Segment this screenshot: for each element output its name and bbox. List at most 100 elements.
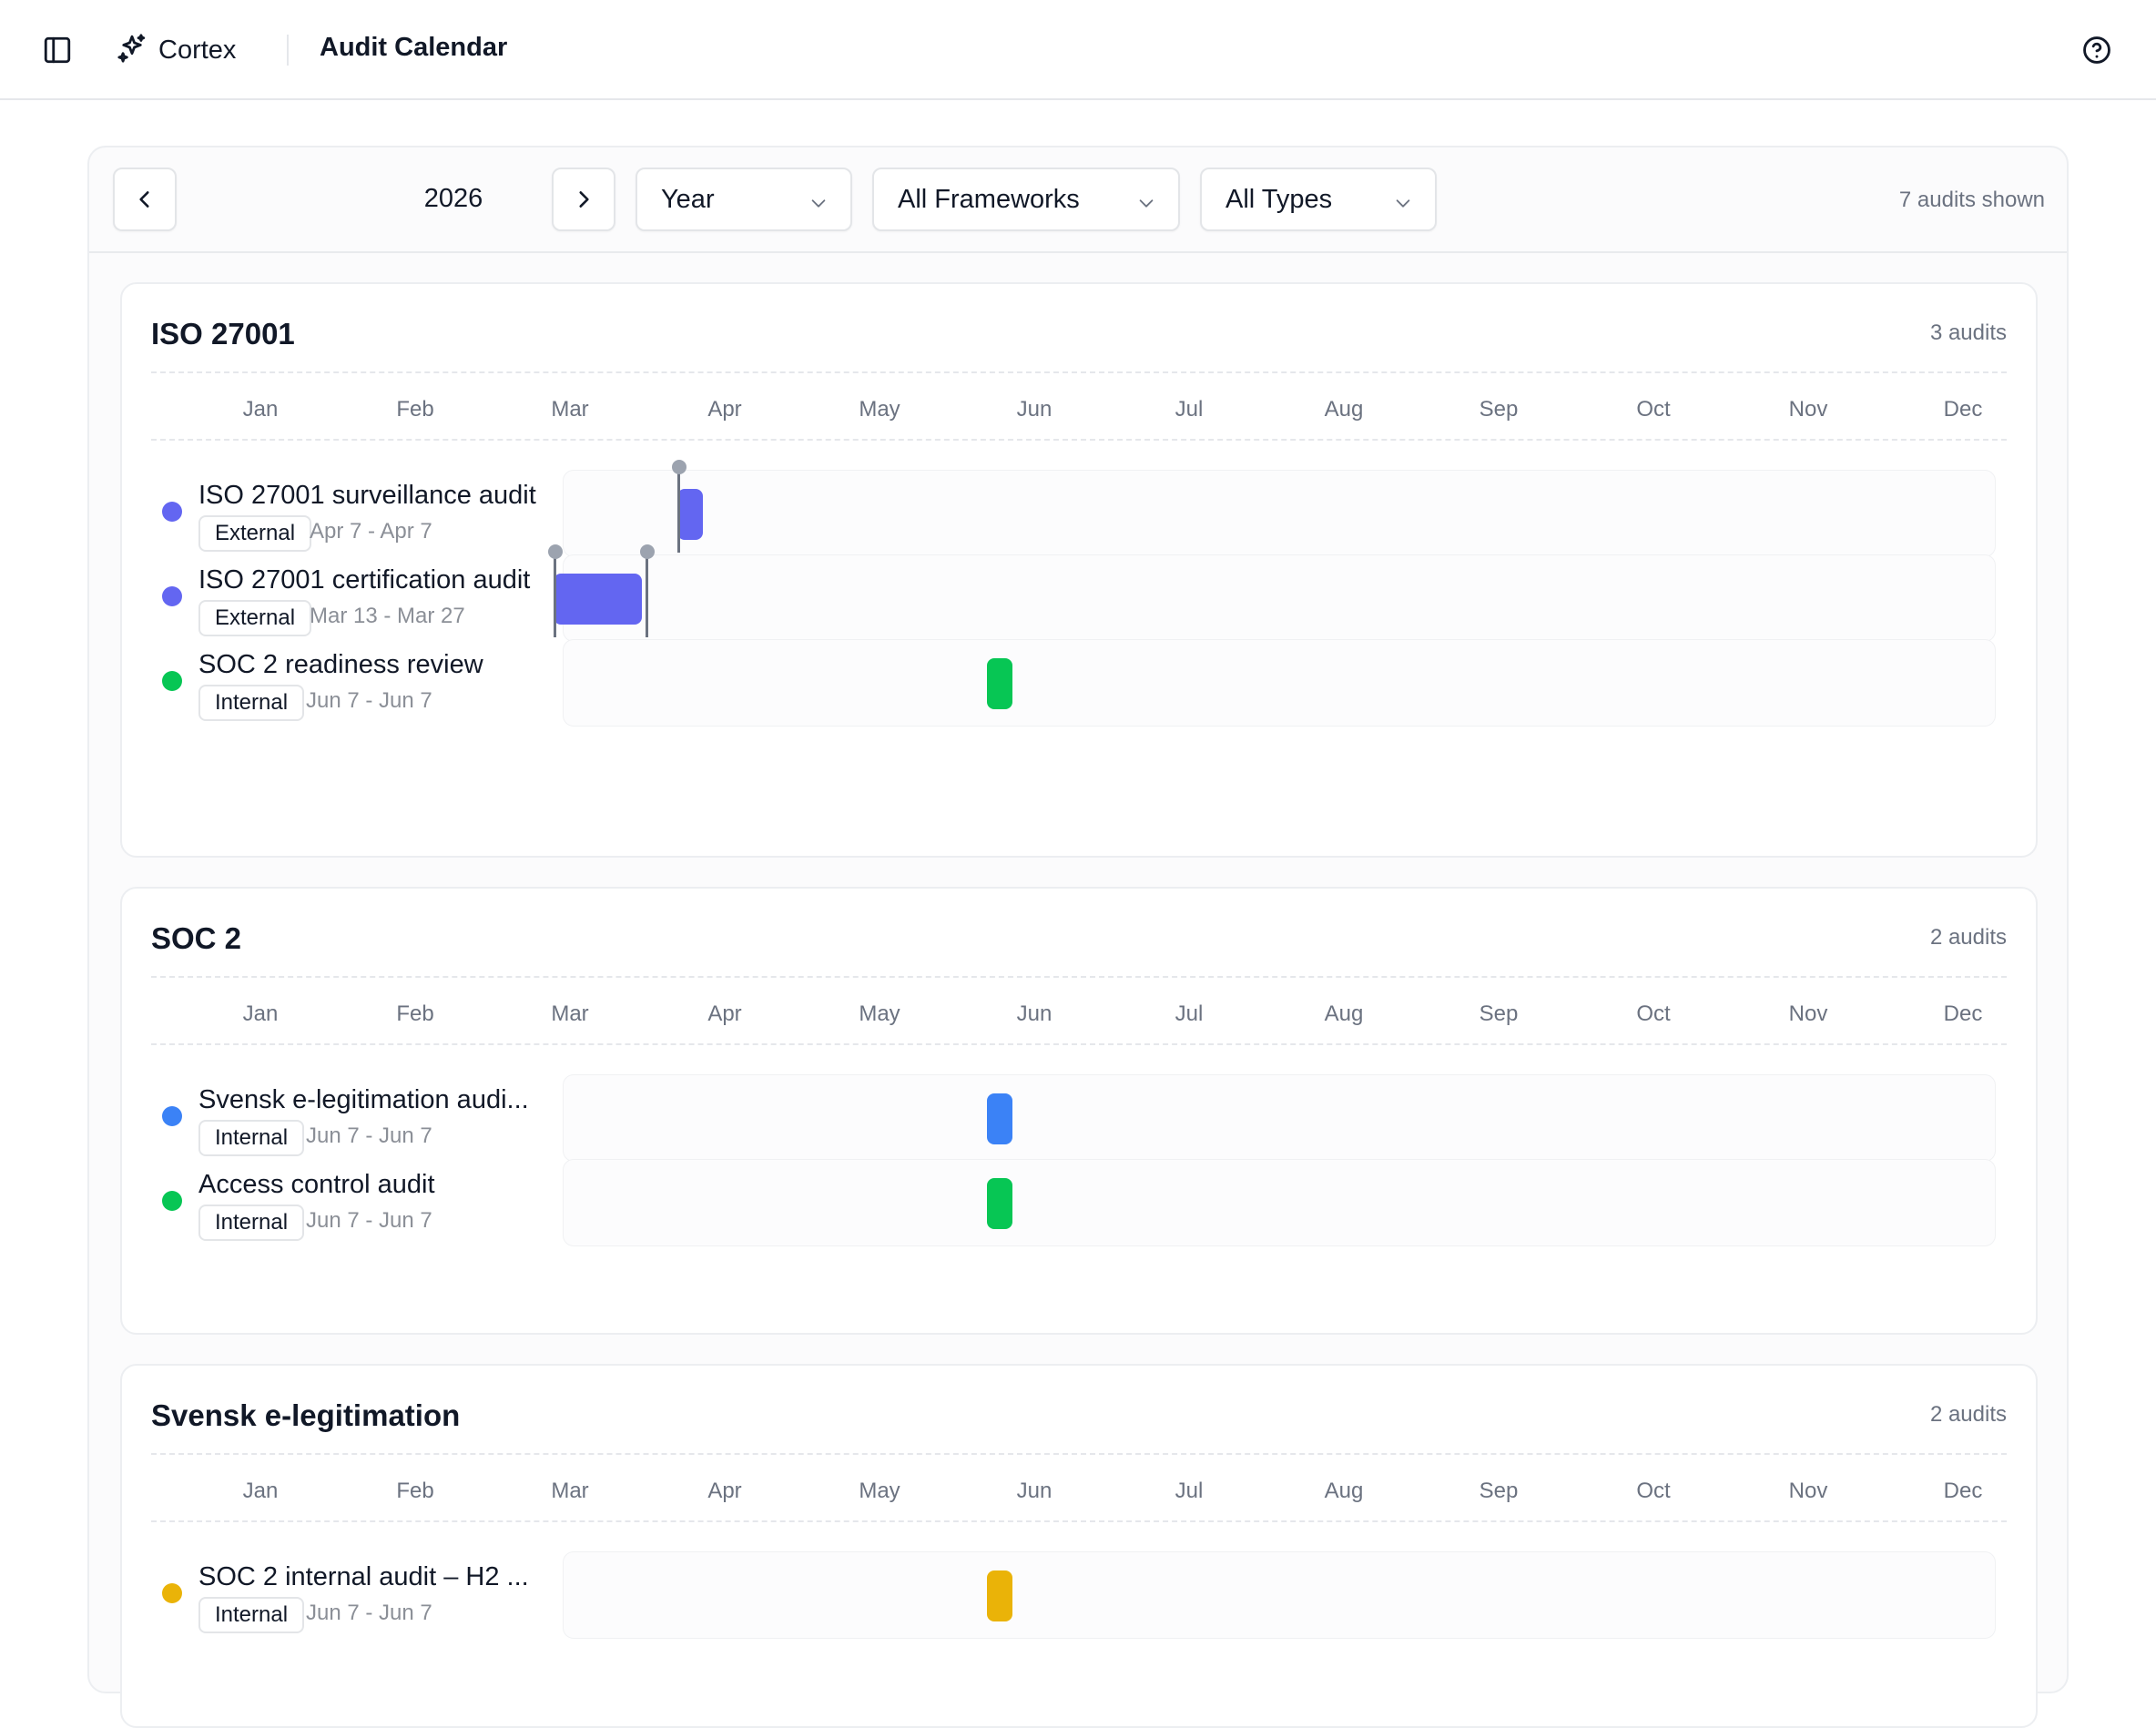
audit-name[interactable]: ISO 27001 certification audit [198, 565, 554, 595]
audits-shown-count: 7 audits shown [1898, 188, 2045, 212]
audit-name[interactable]: Access control audit [198, 1170, 554, 1200]
audit-name[interactable]: Svensk e-legitimation audi... [198, 1085, 554, 1115]
help-circle-icon[interactable] [2081, 35, 2112, 66]
framework-card: Svensk e-legitimation 2 audits Jan Feb Mar Ap… [120, 1364, 2038, 1728]
audit-timeline-bar[interactable] [987, 1570, 1012, 1621]
milestone-dot[interactable] [640, 544, 656, 559]
audit-timeline-track[interactable] [563, 1159, 1996, 1246]
month-label: Jun [1016, 1001, 1053, 1026]
framework-audit-count: 3 audits [1929, 320, 2007, 345]
month-label: Oct [1636, 1001, 1671, 1026]
audit-row[interactable]: SOC 2 internal audit – H2 ... Internal Jun… [122, 1551, 2036, 1642]
sidebar-toggle-icon[interactable] [42, 35, 73, 66]
audit-name[interactable]: SOC 2 internal audit – H2 ... [198, 1562, 554, 1592]
audit-status-dot [162, 1106, 182, 1126]
month-label: Dec [1943, 1001, 1983, 1026]
audit-row[interactable]: ISO 27001 certification audit External Mar… [122, 544, 2036, 645]
chevron-down-icon [1393, 193, 1413, 213]
month-label: Aug [1324, 1001, 1364, 1026]
month-label: Dec [1943, 397, 1983, 422]
next-year-button[interactable] [552, 168, 615, 231]
month-label: Feb [396, 1001, 434, 1026]
audit-row[interactable]: SOC 2 readiness review Internal Jun 7 - Ju… [122, 639, 2036, 730]
brand-name: Cortex [158, 35, 237, 65]
audit-status-dot [162, 502, 182, 522]
month-label: Mar [551, 397, 589, 422]
milestone-dot[interactable] [548, 544, 563, 559]
period-select[interactable]: Year [636, 168, 852, 231]
top-bar: Cortex Audit Calendar [0, 0, 2156, 100]
audit-timeline-track[interactable] [563, 639, 1996, 727]
month-label: Oct [1636, 1479, 1671, 1503]
month-label: Mar [551, 1001, 589, 1026]
divider [151, 1043, 2007, 1045]
month-label: Oct [1636, 397, 1671, 422]
month-label: Jun [1016, 1479, 1053, 1503]
month-label: Jul [1175, 1479, 1204, 1503]
audit-timeline-track[interactable] [563, 1074, 1996, 1162]
divider [151, 1453, 2007, 1455]
audit-timeline-bar[interactable] [677, 489, 703, 540]
framework-card: ISO 27001 3 audits Jan Feb Mar Apr May Jun Jul Au… [120, 282, 2038, 858]
audit-date-range: Jun 7 - Jun 7 [306, 1601, 432, 1625]
month-label: Apr [707, 1479, 742, 1503]
milestone-line [646, 554, 649, 637]
audit-status-dot [162, 1583, 182, 1603]
month-label: Apr [707, 1001, 742, 1026]
framework-title: SOC 2 [151, 921, 242, 955]
month-label: May [859, 1001, 900, 1026]
month-label: Aug [1324, 1479, 1364, 1503]
prev-year-button[interactable] [113, 168, 177, 231]
audit-date-range: Jun 7 - Jun 7 [306, 1123, 432, 1148]
audit-type-badge: External [198, 600, 312, 636]
audit-timeline-bar[interactable] [987, 1178, 1012, 1229]
audit-row[interactable]: Svensk e-legitimation audi... Internal Jun… [122, 1074, 2036, 1165]
header-divider [287, 35, 289, 66]
month-label: Apr [707, 397, 742, 422]
milestone-line [554, 554, 556, 637]
framework-filter-select[interactable]: All Frameworks [872, 168, 1180, 231]
month-label: Sep [1479, 397, 1519, 422]
audit-type-badge: External [198, 515, 312, 552]
audit-date-range: Mar 13 - Mar 27 [310, 604, 465, 628]
audit-name[interactable]: ISO 27001 surveillance audit [198, 481, 554, 511]
audit-timeline-bar[interactable] [987, 658, 1012, 709]
audit-timeline-track[interactable] [563, 1551, 1996, 1639]
audit-timeline-track[interactable] [548, 544, 1996, 642]
month-label: Feb [396, 1479, 434, 1503]
type-filter-select[interactable]: All Types [1200, 168, 1437, 231]
audit-type-badge: Internal [198, 1120, 305, 1156]
month-label: Nov [1788, 397, 1828, 422]
milestone-dot[interactable] [672, 460, 686, 474]
audit-timeline-bar[interactable] [987, 1093, 1012, 1144]
month-label: May [859, 397, 900, 422]
framework-title: Svensk e-legitimation [151, 1398, 461, 1432]
divider [151, 439, 2007, 441]
period-select-value: Year [661, 184, 715, 214]
month-label: Dec [1943, 1479, 1983, 1503]
audit-status-dot [162, 586, 182, 606]
month-label: Aug [1324, 397, 1364, 422]
type-filter-value: All Types [1225, 184, 1333, 214]
sparkles-icon [117, 33, 147, 68]
framework-title: ISO 27001 [151, 317, 295, 351]
audit-row[interactable]: ISO 27001 surveillance audit External Apr … [122, 460, 2036, 561]
audit-name[interactable]: SOC 2 readiness review [198, 650, 554, 680]
calendar-panel: 2026 Year All Frameworks All Types 7 aud… [87, 146, 2069, 1728]
framework-audit-count: 2 audits [1929, 1402, 2007, 1427]
month-header: Jan Feb Mar Apr May Jun Jul Aug Sep Oct Nov Dec [151, 1479, 2007, 1515]
framework-filter-value: All Frameworks [898, 184, 1080, 214]
month-label: Jan [242, 1479, 279, 1503]
audit-timeline-bar[interactable] [554, 574, 643, 625]
audit-status-dot [162, 1191, 182, 1211]
audit-row[interactable]: Access control audit Internal Jun 7 - Jun … [122, 1159, 2036, 1250]
chevron-down-icon [1136, 193, 1156, 213]
framework-card: SOC 2 2 audits Jan Feb Mar Apr May Jun Jul Aug Sep… [120, 887, 2038, 1335]
chevron-right-icon [572, 188, 595, 211]
month-label: Jan [242, 1001, 279, 1026]
audit-status-dot [162, 671, 182, 691]
brand[interactable]: Cortex [117, 30, 236, 70]
audit-timeline-track[interactable] [563, 460, 1996, 557]
audit-type-badge: Internal [198, 1205, 305, 1241]
current-year: 2026 [423, 184, 483, 213]
